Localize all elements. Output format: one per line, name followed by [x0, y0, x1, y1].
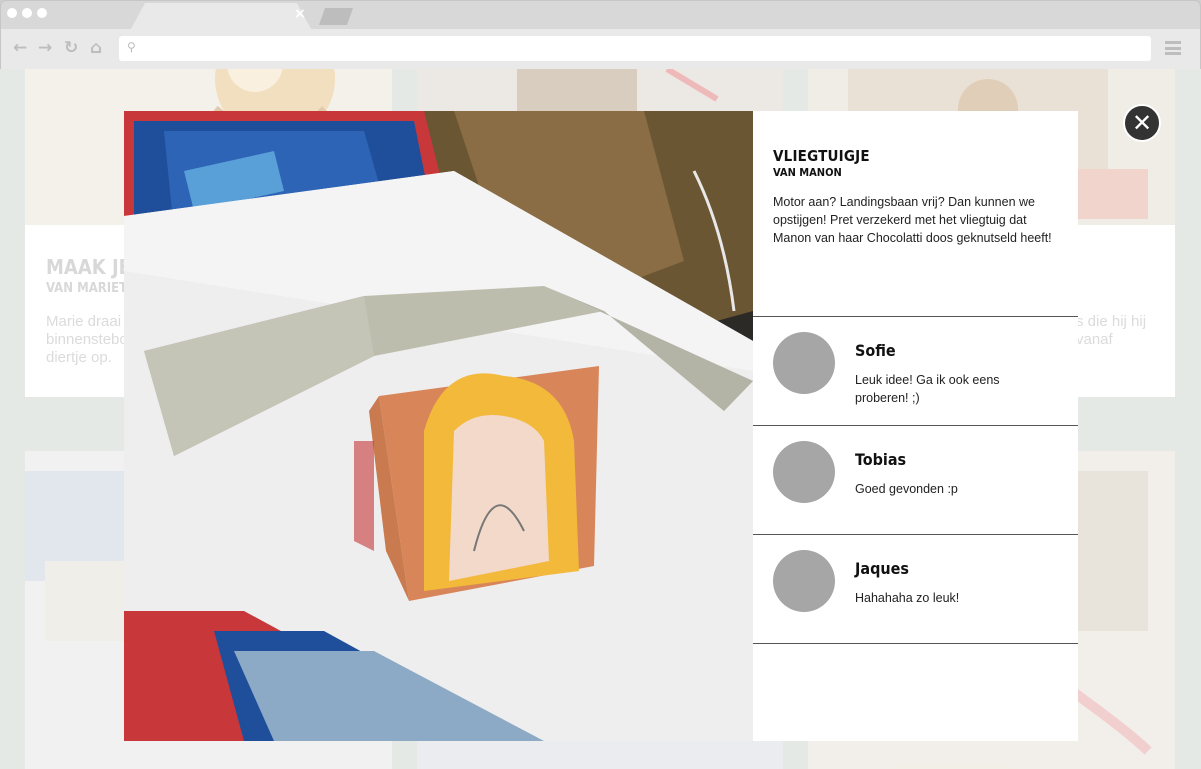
forward-icon[interactable]: → — [38, 38, 52, 58]
comment-author: Tobias — [855, 450, 907, 469]
comment-text: Leuk idee! Ga ik ook eens proberen! ;) — [855, 373, 1000, 405]
window-minimize-dot[interactable] — [22, 8, 32, 18]
comment-item: Sofie Leuk idee! Ga ik ook eens proberen… — [753, 317, 1078, 426]
photo-illustration — [124, 111, 753, 741]
address-input[interactable] — [145, 39, 1135, 58]
creation-description: Motor aan? Landingsbaan vrij? Dan kunnen… — [773, 195, 1052, 245]
creation-author: van Manon — [773, 166, 842, 179]
comment-text: Hahahaha zo leuk! — [855, 591, 960, 605]
tab-close-icon[interactable]: × — [294, 6, 306, 22]
close-modal-button[interactable]: ✕ — [1123, 104, 1161, 142]
comment-item: Tobias Goed gevonden :p — [753, 426, 1078, 535]
avatar — [773, 441, 835, 503]
window-maximize-dot[interactable] — [37, 8, 47, 18]
detail-header: Vliegtuigje van Manon Motor aan? Landing… — [753, 111, 1078, 317]
browser-toolbar: ← → ↻ ⌂ ⚲ — [1, 29, 1200, 70]
comment-text: Goed gevonden :p — [855, 482, 958, 496]
search-icon: ⚲ — [127, 40, 136, 54]
avatar — [773, 332, 835, 394]
avatar — [773, 550, 835, 612]
window-close-dot[interactable] — [7, 8, 17, 18]
close-icon: ✕ — [1131, 109, 1153, 137]
comment-author: Jaques — [855, 559, 909, 578]
creation-title: Vliegtuigje — [773, 147, 870, 165]
address-bar[interactable]: ⚲ — [119, 36, 1151, 61]
window-controls — [7, 8, 47, 18]
comment-item: Jaques Hahahaha zo leuk! — [753, 535, 1078, 644]
detail-panel: Vliegtuigje van Manon Motor aan? Landing… — [753, 111, 1078, 741]
creation-photo — [124, 111, 753, 741]
detail-modal: Vliegtuigje van Manon Motor aan? Landing… — [124, 111, 1078, 741]
home-icon[interactable]: ⌂ — [90, 38, 102, 58]
browser-chrome: × ← → ↻ ⌂ ⚲ — [0, 0, 1201, 70]
reload-icon[interactable]: ↻ — [64, 38, 78, 58]
new-tab-button[interactable] — [319, 8, 353, 25]
browser-menu-icon[interactable] — [1165, 41, 1181, 55]
browser-tab[interactable] — [131, 3, 311, 29]
back-icon[interactable]: ← — [13, 38, 27, 58]
comment-author: Sofie — [855, 341, 896, 360]
